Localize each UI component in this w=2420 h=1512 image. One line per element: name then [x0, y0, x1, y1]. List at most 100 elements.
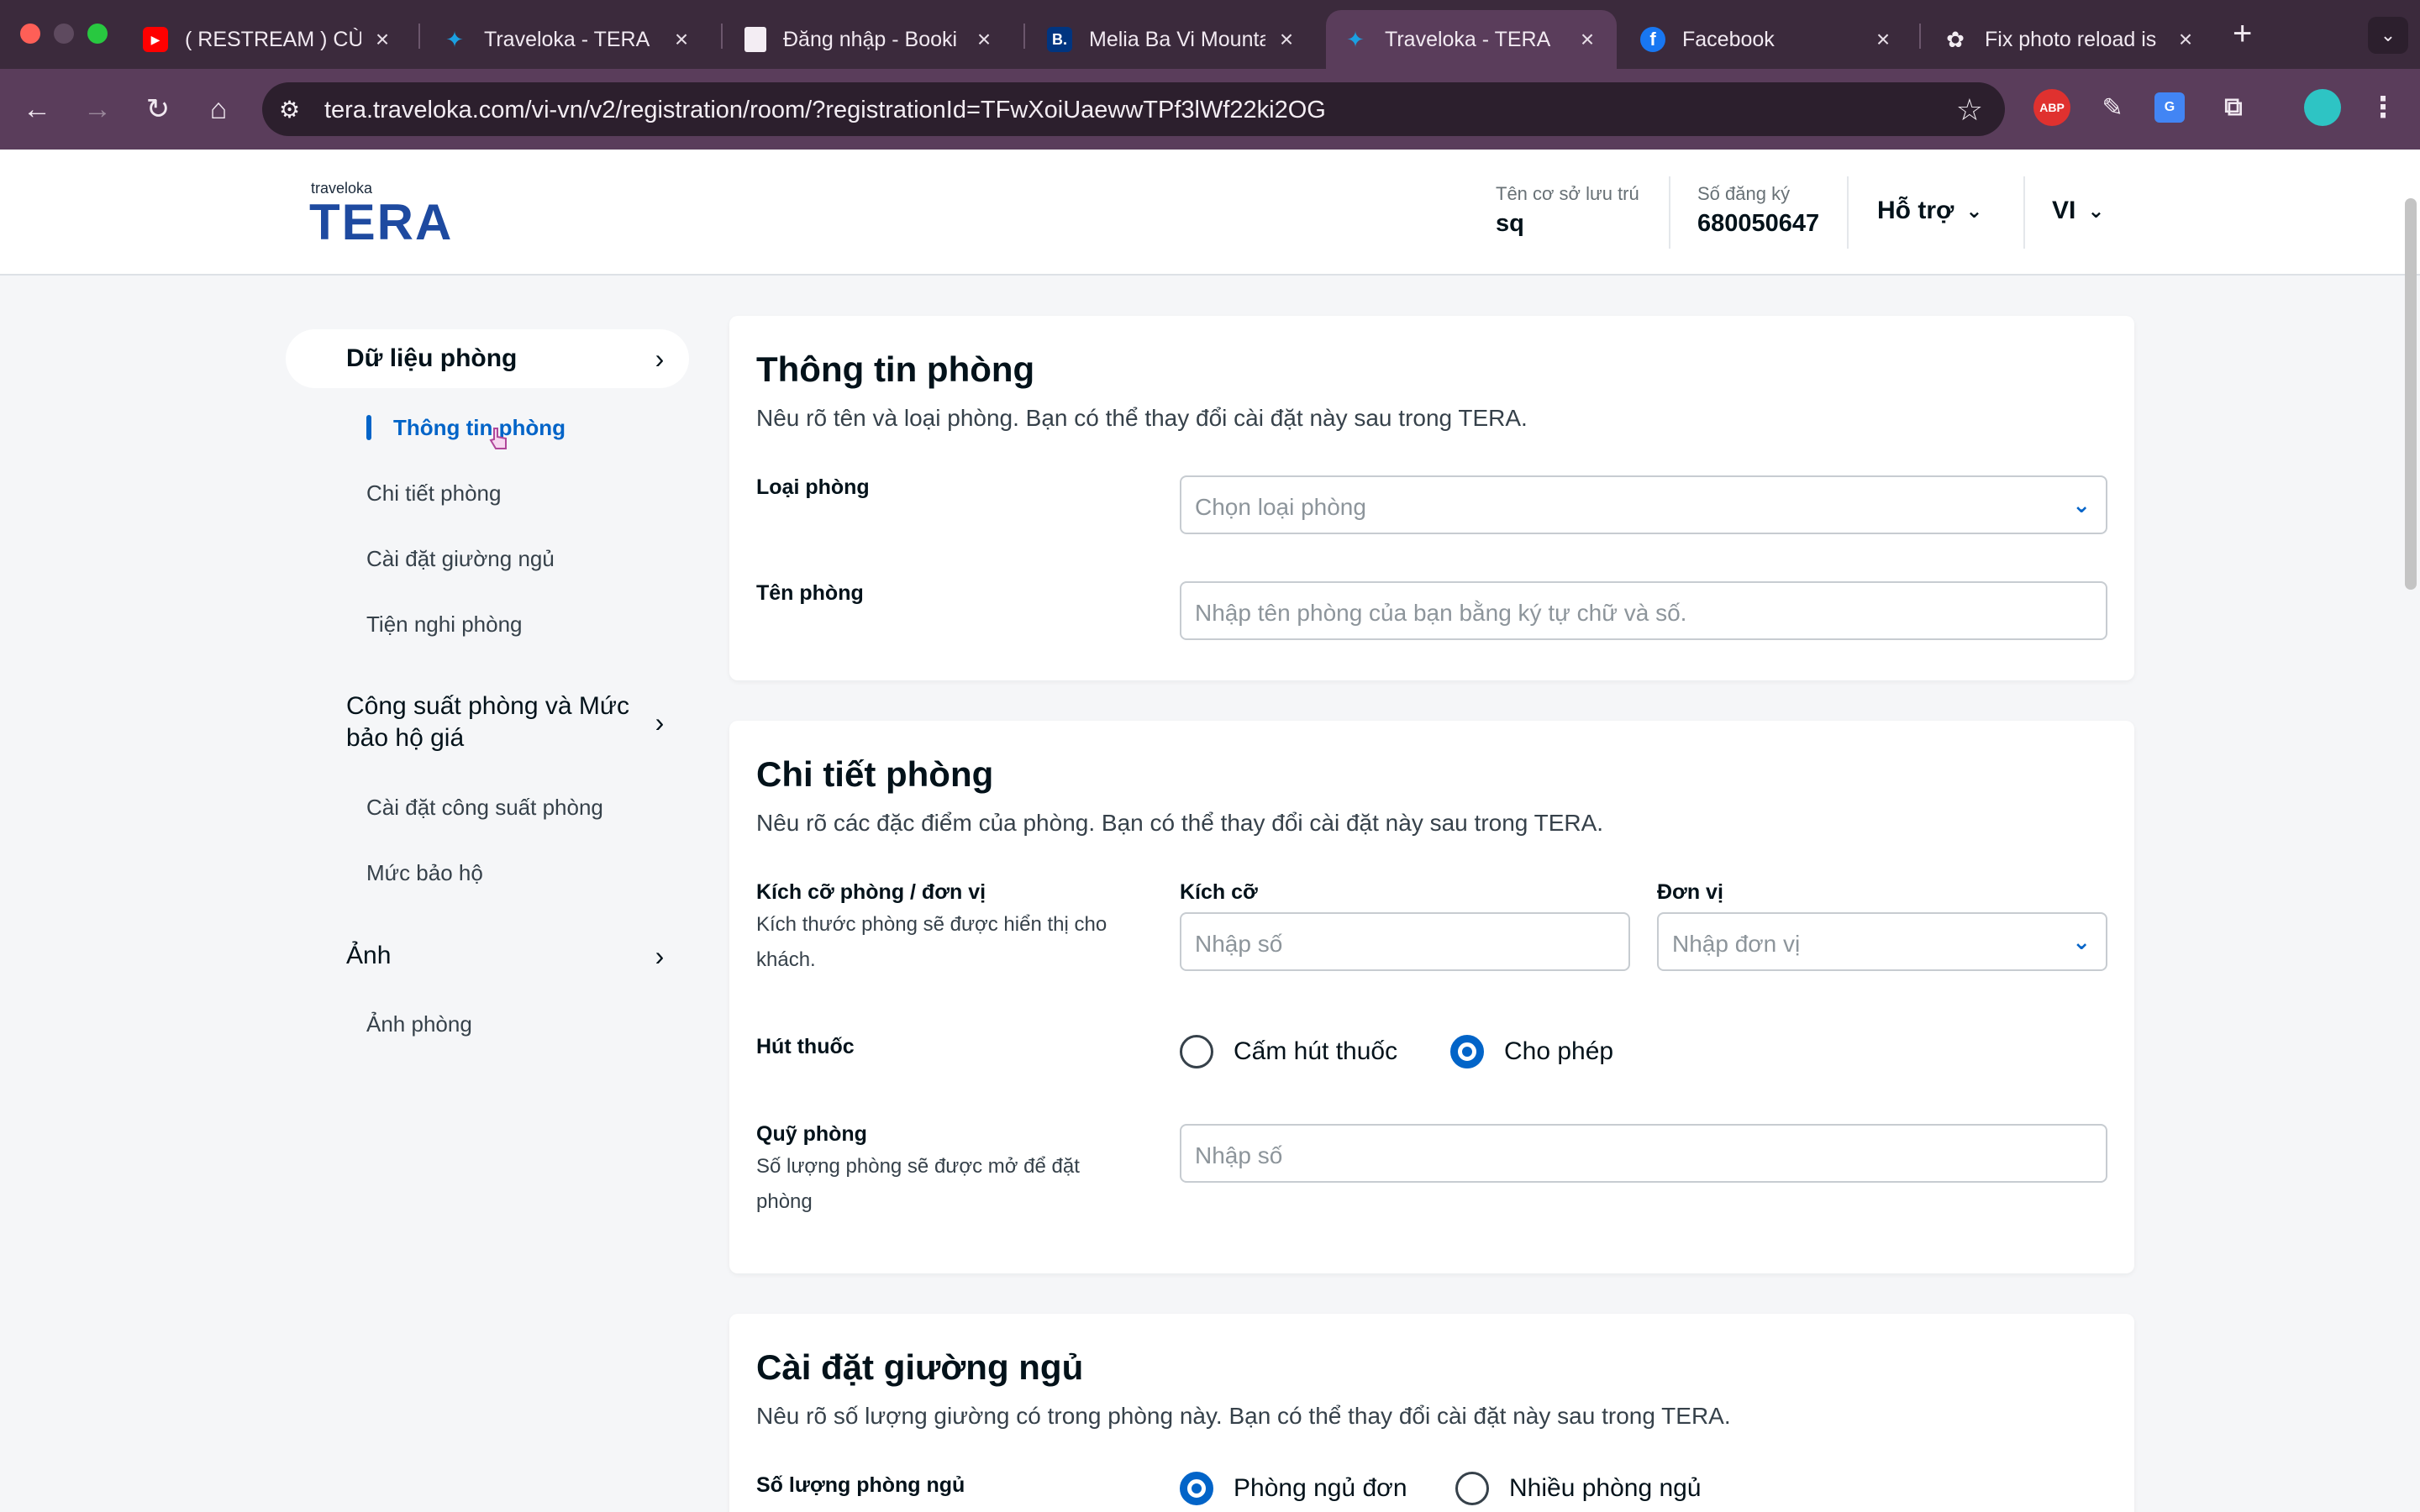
youtube-icon: ▶	[143, 27, 168, 52]
smoking-option-no[interactable]: Cấm hút thuốc	[1180, 1035, 1397, 1068]
sidebar-item-room-photos[interactable]: Ảnh phòng	[366, 1011, 472, 1037]
tera-logo[interactable]: TERA	[309, 193, 453, 251]
tab-title: Traveloka - TERA	[1385, 27, 1551, 51]
room-quota-input[interactable]: Nhập số	[1180, 1124, 2107, 1183]
browser-menu-icon[interactable]: ⋮	[2365, 89, 2402, 126]
header-divider	[2023, 176, 2025, 249]
eyedropper-icon[interactable]: ✎	[2094, 89, 2131, 126]
close-icon[interactable]: ×	[669, 26, 694, 53]
close-icon[interactable]: ×	[1870, 26, 1896, 53]
radio-label: Cấm hút thuốc	[1234, 1037, 1398, 1065]
site-settings-icon[interactable]: ⚙	[279, 96, 300, 123]
section-title: Chi tiết phòng	[756, 754, 994, 794]
hand-cursor-icon	[489, 428, 507, 449]
room-type-label: Loại phòng	[756, 475, 870, 499]
size-column-label: Kích cỡ	[1180, 880, 1258, 904]
room-type-select[interactable]: Chọn loại phòng ⌄	[1180, 475, 2107, 534]
minimize-window-button[interactable]	[54, 24, 74, 44]
google-translate-icon[interactable]: G	[2154, 92, 2185, 123]
browser-tab[interactable]: ✦ Traveloka - TERA ×	[425, 10, 711, 69]
browser-tab[interactable]: Đăng nhập - Booki ×	[728, 10, 1013, 69]
sidebar-section-capacity[interactable]: Công suất phòng và Mức bảo hộ giá ›	[286, 690, 689, 754]
adblock-plus-icon[interactable]: ABP	[2033, 89, 2070, 126]
browser-tab[interactable]: f Facebook ×	[1623, 10, 1912, 69]
bookmark-star-icon[interactable]: ☆	[1956, 92, 1983, 128]
sidebar-item-rate-protection[interactable]: Mức bảo hộ	[366, 860, 483, 886]
header-divider	[1669, 176, 1670, 249]
radio-button-selected[interactable]	[1180, 1472, 1213, 1505]
page-header: traveloka TERA Tên cơ sở lưu trú sq Số đ…	[0, 150, 2420, 276]
bedroom-count-label: Số lượng phòng ngủ	[756, 1473, 965, 1497]
radio-button[interactable]	[1180, 1035, 1213, 1068]
room-size-placeholder: Nhập số	[1195, 931, 1283, 957]
traveloka-icon: ✦	[1346, 26, 1365, 52]
chevron-down-icon: ⌄	[2087, 199, 2105, 223]
room-name-input[interactable]: Nhập tên phòng của bạn bằng ký tự chữ và…	[1180, 581, 2107, 640]
browser-tab[interactable]: ✿ Fix photo reload is ×	[1926, 10, 2215, 69]
reload-icon[interactable]: ↻	[138, 89, 178, 129]
language-menu[interactable]: VI ⌄	[2052, 197, 2104, 225]
room-quota-placeholder: Nhập số	[1195, 1142, 1283, 1168]
section-subtitle: Nêu rõ số lượng giường có trong phòng nà…	[756, 1403, 1731, 1429]
tab-separator	[721, 24, 723, 49]
sidebar-item-room-detail[interactable]: Chi tiết phòng	[366, 480, 501, 507]
sidebar-section-photos[interactable]: Ảnh ›	[286, 939, 689, 973]
sidebar-section-room-data[interactable]: Dữ liệu phòng ›	[286, 329, 689, 388]
close-icon[interactable]: ×	[1274, 26, 1299, 53]
traveloka-icon: ✦	[445, 26, 464, 52]
page-scrollbar[interactable]	[2405, 198, 2417, 590]
tab-title: Melia Ba Vi Mounta	[1089, 27, 1265, 51]
room-size-label: Kích cỡ phòng / đơn vị	[756, 880, 986, 904]
browser-toolbar: ← → ↻ ⌂ ⚙ tera.traveloka.com/vi-vn/v2/re…	[0, 69, 2420, 150]
tab-title: Fix photo reload is	[1985, 27, 2157, 51]
chevron-right-icon: ›	[655, 706, 665, 738]
help-text-line: phòng	[756, 1190, 813, 1213]
forward-icon[interactable]: →	[77, 89, 118, 129]
address-bar[interactable]: ⚙ tera.traveloka.com/vi-vn/v2/registrati…	[262, 82, 2005, 136]
room-size-input[interactable]: Nhập số	[1180, 912, 1630, 971]
radio-button[interactable]	[1455, 1472, 1489, 1505]
room-unit-placeholder: Nhập đơn vị	[1672, 931, 1801, 957]
sidebar-item-room-info[interactable]: Thông tin phòng	[393, 415, 566, 441]
close-icon[interactable]: ×	[971, 26, 997, 53]
sidebar-section-title-line: Công suất phòng và Mức	[346, 692, 629, 720]
url-text[interactable]: tera.traveloka.com/vi-vn/v2/registration…	[324, 97, 1326, 124]
sidebar-item-capacity-settings[interactable]: Cài đặt công suất phòng	[366, 795, 603, 821]
close-window-button[interactable]	[20, 24, 40, 44]
chevron-down-icon: ⌄	[2072, 492, 2091, 517]
room-name-placeholder: Nhập tên phòng của bạn bằng ký tự chữ và…	[1195, 600, 1687, 626]
profile-avatar[interactable]	[2304, 89, 2341, 126]
close-icon[interactable]: ×	[2173, 26, 2198, 53]
smoking-option-allowed[interactable]: Cho phép	[1450, 1035, 1613, 1068]
browser-tab-active[interactable]: ✦ Traveloka - TERA ×	[1326, 10, 1617, 69]
room-unit-select[interactable]: Nhập đơn vị ⌄	[1657, 912, 2107, 971]
sidebar-item-amenities[interactable]: Tiện nghi phòng	[366, 612, 523, 638]
property-name-value: sq	[1496, 210, 1524, 237]
back-icon[interactable]: ←	[17, 89, 57, 129]
smoking-label: Hút thuốc	[756, 1035, 855, 1058]
browser-tab[interactable]: ▶ ( RESTREAM ) CÙN ×	[126, 10, 412, 69]
support-label: Hỗ trợ	[1877, 197, 1954, 224]
close-icon[interactable]: ×	[1575, 26, 1600, 53]
home-icon[interactable]: ⌂	[198, 89, 239, 129]
browser-tab[interactable]: B. Melia Ba Vi Mounta ×	[1030, 10, 1316, 69]
radio-label: Cho phép	[1504, 1037, 1614, 1065]
maximize-window-button[interactable]	[87, 24, 108, 44]
bedroom-option-single[interactable]: Phòng ngủ đơn	[1180, 1472, 1407, 1505]
facebook-icon: f	[1640, 27, 1665, 52]
sidebar-section-title-line: bảo hộ giá	[346, 724, 465, 752]
help-text-line: Kích thước phòng sẽ được hiển thị cho	[756, 913, 1107, 936]
bedroom-option-multiple[interactable]: Nhiều phòng ngủ	[1455, 1472, 1702, 1505]
browser-tab-bar: ▶ ( RESTREAM ) CÙN × ✦ Traveloka - TERA …	[0, 0, 2420, 69]
section-subtitle: Nêu rõ các đặc điểm của phòng. Bạn có th…	[756, 810, 1604, 836]
support-menu[interactable]: Hỗ trợ ⌄	[1877, 197, 1982, 225]
extensions-puzzle-icon[interactable]: ⧉	[2215, 89, 2252, 126]
tab-search-button[interactable]: ⌄	[2368, 17, 2408, 54]
registration-number-value: 680050647	[1697, 210, 1820, 237]
tab-separator	[418, 24, 420, 49]
close-icon[interactable]: ×	[370, 26, 395, 53]
new-tab-button[interactable]: +	[2233, 15, 2252, 53]
sidebar-item-bed-settings[interactable]: Cài đặt giường ngủ	[366, 546, 555, 572]
radio-button-selected[interactable]	[1450, 1035, 1484, 1068]
room-detail-card: Chi tiết phòng Nêu rõ các đặc điểm của p…	[729, 721, 2134, 1273]
